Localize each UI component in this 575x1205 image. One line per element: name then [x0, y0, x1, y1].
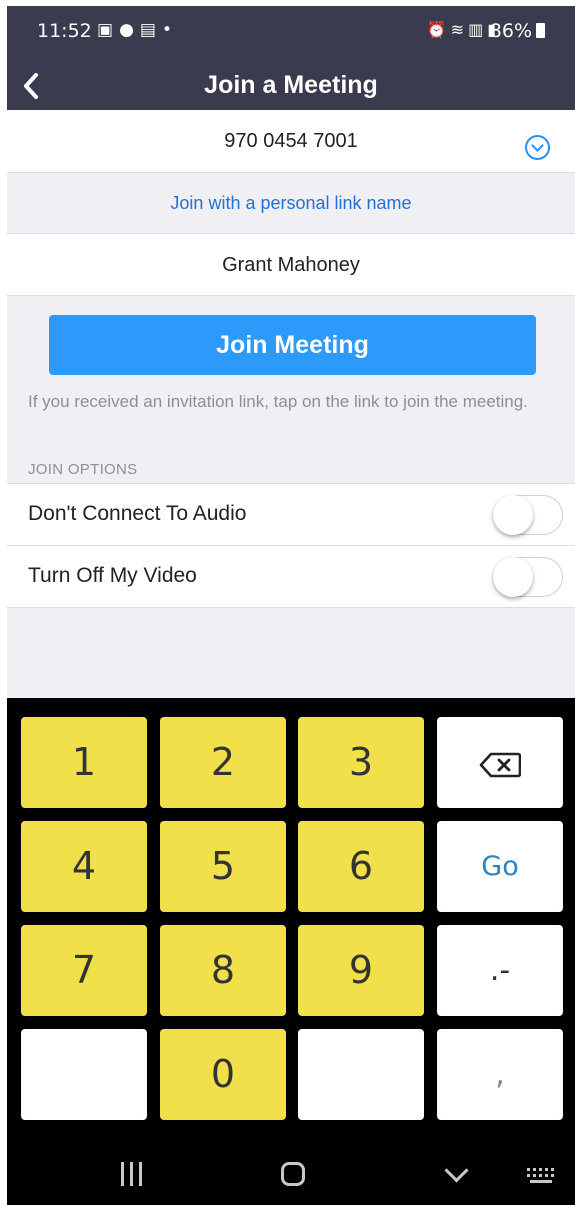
- comma-key[interactable]: ,: [437, 1029, 563, 1120]
- join-meeting-button[interactable]: Join Meeting: [49, 315, 536, 375]
- meeting-id-field[interactable]: 970 0454 7001: [7, 110, 575, 173]
- join-options-header: JOIN OPTIONS: [28, 461, 138, 478]
- dot-dash-key[interactable]: .-: [437, 925, 563, 1016]
- fox-news-icon: ▤: [139, 20, 162, 40]
- page-title: Join a Meeting: [204, 71, 378, 99]
- key-1[interactable]: 1: [21, 717, 147, 808]
- blank-key-right[interactable]: [298, 1029, 424, 1120]
- recent-apps-button[interactable]: [119, 1162, 145, 1186]
- numeric-keyboard: 1 2 3 4 5 6 Go 7 8 9 .- 0 ,: [7, 698, 575, 1205]
- volte-icon: ▥: [468, 20, 488, 39]
- option-dont-connect-audio: Don't Connect To Audio: [7, 483, 575, 545]
- phone-screen: 11:52 ▣●▤• ⏰≋▥▮ 86% Join a Meeting 970 0…: [7, 6, 575, 1205]
- name-field[interactable]: Grant Mahoney: [7, 233, 575, 296]
- key-6[interactable]: 6: [298, 821, 424, 912]
- system-nav-bar: [7, 1146, 575, 1205]
- key-5[interactable]: 5: [160, 821, 286, 912]
- alarm-icon: ⏰: [426, 20, 451, 39]
- home-button[interactable]: [281, 1162, 305, 1186]
- video-toggle[interactable]: [493, 557, 563, 597]
- nav-back-button[interactable]: [443, 1162, 467, 1186]
- gallery-icon: ▣: [97, 20, 120, 40]
- invitation-hint: If you received an invitation link, tap …: [28, 392, 528, 411]
- option-label: Don't Connect To Audio: [28, 502, 247, 525]
- option-turn-off-video: Turn Off My Video: [7, 545, 575, 608]
- key-3[interactable]: 3: [298, 717, 424, 808]
- dot-icon: •: [161, 20, 178, 40]
- key-2[interactable]: 2: [160, 717, 286, 808]
- status-time: 11:52: [37, 20, 92, 42]
- option-label: Turn Off My Video: [28, 564, 197, 587]
- battery-level: 86%: [489, 20, 532, 42]
- notification-icons: ▣●▤•: [97, 20, 178, 40]
- status-bar: 11:52 ▣●▤• ⏰≋▥▮ 86%: [7, 6, 575, 58]
- backspace-key[interactable]: [437, 717, 563, 808]
- personal-link-row: Join with a personal link name: [7, 173, 575, 233]
- battery-indicator: 86%: [490, 20, 545, 42]
- wifi-call-icon: ≋: [450, 20, 469, 39]
- toggle-knob: [493, 495, 533, 535]
- meeting-id-value: 970 0454 7001: [224, 130, 358, 152]
- bulb-icon: ●: [119, 20, 140, 40]
- name-value: Grant Mahoney: [222, 254, 360, 276]
- go-key[interactable]: Go: [437, 821, 563, 912]
- key-7[interactable]: 7: [21, 925, 147, 1016]
- blank-key-left[interactable]: [21, 1029, 147, 1120]
- key-4[interactable]: 4: [21, 821, 147, 912]
- key-0[interactable]: 0: [160, 1029, 286, 1120]
- keyboard-switch-icon[interactable]: [527, 1166, 557, 1186]
- personal-link-button[interactable]: Join with a personal link name: [170, 193, 411, 214]
- key-9[interactable]: 9: [298, 925, 424, 1016]
- backspace-icon: [479, 752, 521, 778]
- key-8[interactable]: 8: [160, 925, 286, 1016]
- header-bar: Join a Meeting: [7, 58, 575, 110]
- toggle-knob: [493, 557, 533, 597]
- chevron-down-icon[interactable]: [525, 135, 550, 160]
- audio-toggle[interactable]: [493, 495, 563, 535]
- battery-icon: [536, 23, 545, 38]
